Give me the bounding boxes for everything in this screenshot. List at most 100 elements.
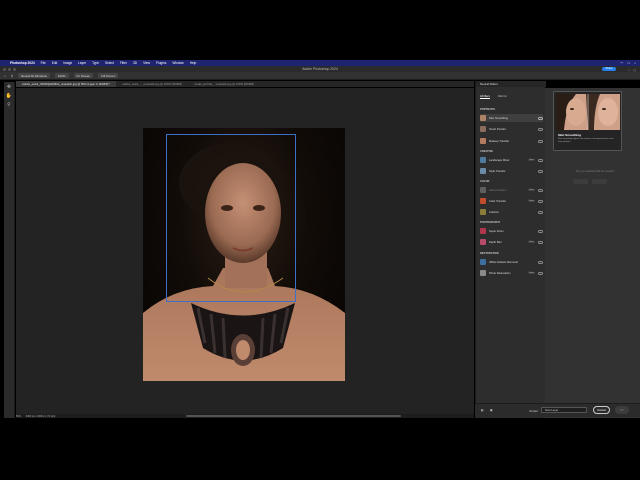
menu-select[interactable]: Select [105,61,114,65]
hand-tool-icon[interactable]: ✋ [6,93,13,100]
show-original-icon[interactable]: ▣ [490,408,493,412]
share-button[interactable]: Share [602,67,616,71]
document-tab[interactable]: adobe_stock_..._unsplash.jpg @ 100% (RGB… [116,81,188,87]
tab-all-filters[interactable]: All filters [480,95,490,99]
ok-button[interactable]: OK [615,406,629,414]
filter-skin-smoothing[interactable]: Skin Smoothing [480,114,543,122]
menu-plugins[interactable]: Plugins [156,61,166,65]
filter-thumbnail [480,209,486,215]
filter-thumbnail [480,126,486,132]
filter-tabs: All filters Wait list [480,95,507,99]
neural-filters-panel: Neural Filters All filters Wait list POR… [475,81,546,418]
preview-title: Skin Smoothing [558,133,581,137]
filter-thumbnail [480,168,486,174]
group-portraits: PORTRAITS [480,108,495,111]
preview-description: Skin smoothing adjusts skin textures and… [558,138,615,143]
layer-preview-icon[interactable]: ◧ [481,408,484,412]
zoom-level[interactable]: 50% [16,415,21,418]
filter-thumbnail [480,115,486,121]
thumbs-up-button[interactable] [573,179,588,184]
filter-toggle[interactable] [538,210,543,214]
neural-all-windows-button[interactable]: Neural All Windows [18,72,50,79]
cancel-button[interactable]: Cancel [593,406,610,414]
footer-icons: ◧ ▣ [481,408,493,412]
filter-thumbnail [480,239,486,245]
document-tab[interactable]: Adobe_stock_n8zfRQEHMNA_unsplash.jpg @ 5… [16,81,117,87]
feedback-prompt: Are you satisfied with the results? [575,170,615,173]
filter-toggle[interactable] [538,229,543,233]
filter-toggle[interactable] [538,188,543,192]
filter-makeup-transfer[interactable]: Makeup Transfer [480,137,543,145]
filter-thumbnail [480,259,486,265]
menu-window[interactable]: Window [172,61,183,65]
filter-toggle[interactable] [538,240,543,244]
filter-thumbnail [480,187,486,193]
group-color: COLOR [480,180,490,183]
menu-type[interactable]: Type [92,61,99,65]
beta-badge: Beta [527,200,535,202]
horizontal-scrollbar[interactable] [16,414,474,418]
filter-toggle[interactable] [538,271,543,275]
close-window-icon[interactable] [3,67,6,71]
filter-jpeg-artifacts-removal[interactable]: JPEG Artifacts Removal [480,258,543,266]
filter-label: JPEG Artifacts Removal [489,260,518,264]
filter-landscape-mixer[interactable]: Landscape Mixer Beta [480,156,543,164]
filter-toggle[interactable] [538,199,543,203]
menu-edit[interactable]: Edit [52,61,58,65]
face-selection-box [166,134,296,302]
search-icon[interactable]: ⌕ [634,61,636,65]
zoom-tool-icon[interactable]: ⚲ [11,74,13,78]
filter-toggle[interactable] [538,127,543,131]
filter-label: Style Transfer [489,169,506,173]
filter-toggle[interactable] [538,169,543,173]
filter-style-transfer[interactable]: Style Transfer [480,167,543,175]
filter-colorize[interactable]: Colorize [480,208,543,216]
filter-photo-restoration[interactable]: Photo Restoration Beta [480,269,543,277]
fill-screen-button[interactable]: Fill Screen [98,72,119,79]
filter-depth-blur[interactable]: Depth Blur Beta [480,238,543,246]
home-icon[interactable]: ⌂ [4,74,6,78]
filter-label: Skin Smoothing [489,116,508,120]
filter-toggle[interactable] [538,139,543,143]
tools-panel: ✥ ✋ ⚲ [4,82,15,418]
menu-image[interactable]: Image [63,61,72,65]
filter-preview-card: Skin Smoothing Skin smoothing adjusts sk… [553,91,622,151]
filter-thumbnail [480,228,486,234]
filter-label: Landscape Mixer [489,158,510,162]
beta-badge: Beta [527,189,535,191]
menu-app-name[interactable]: Photoshop 2024 [10,61,35,65]
menu-filter[interactable]: Filter [120,61,127,65]
move-tool-icon[interactable]: ✥ [6,84,13,91]
preview-faces [556,94,620,130]
tab-wait-list[interactable]: Wait list [498,95,507,99]
filter-toggle[interactable] [538,116,543,120]
menu-help[interactable]: Help [190,61,197,65]
zoom-tool-icon[interactable]: ⚲ [6,102,13,109]
output-select[interactable]: New Layer [541,407,587,413]
zoom-window-icon[interactable] [13,67,16,71]
before-after-preview-image [556,94,620,130]
filter-toggle[interactable] [538,158,543,162]
battery-icon[interactable]: ▭ [627,61,630,65]
filter-label: Color Transfer [489,199,507,203]
menu-3d[interactable]: 3D [133,61,137,65]
document-tabs: Adobe_stock_n8zfRQEHMNA_unsplash.jpg @ 5… [16,81,474,87]
menu-file[interactable]: File [41,61,46,65]
thumbs-down-button[interactable] [592,179,607,184]
scrollbar-thumb[interactable] [186,415,401,417]
filter-smart-portrait[interactable]: Smart Portrait [480,125,543,133]
filter-toggle[interactable] [538,260,543,264]
menu-layer[interactable]: Layer [78,61,86,65]
group-creative: CREATIVE [480,150,493,153]
filter-super-zoom[interactable]: Super Zoom [480,227,543,235]
filter-label: Harmonization [489,188,507,192]
wifi-icon[interactable]: ◠ [620,61,623,65]
fit-screen-button[interactable]: Fit Screen [73,72,94,79]
minimize-window-icon[interactable] [8,67,11,71]
menu-view[interactable]: View [143,61,150,65]
document-tab[interactable]: model_portrait_...unsplash.jpg @ 100% (R… [188,81,260,87]
filter-color-transfer[interactable]: Color Transfer Beta [480,197,543,205]
zoom-100-button[interactable]: 100% [54,72,69,79]
options-bar: ⌂ ⚲ Neural All Windows 100% Fit Screen F… [0,72,640,80]
filter-harmonization[interactable]: Harmonization Beta [480,186,543,194]
